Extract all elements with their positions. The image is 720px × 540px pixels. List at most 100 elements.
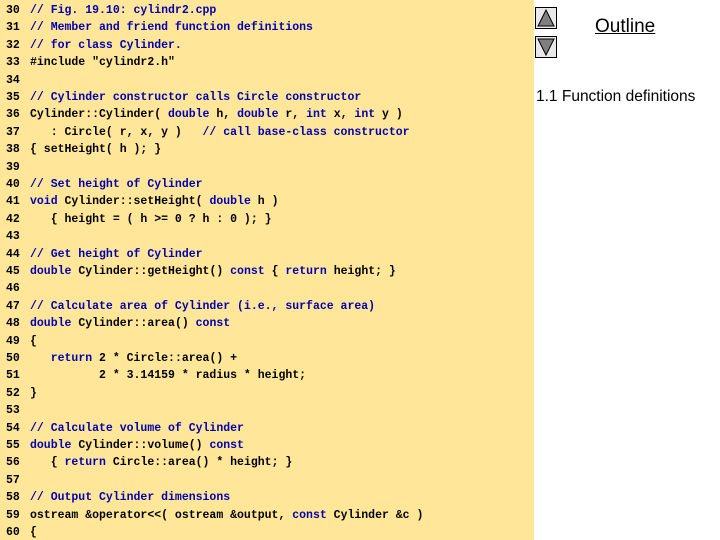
line-number: 32 [6, 38, 20, 52]
code-line: 42 { height = ( h >= 0 ? h : 0 ); } [6, 211, 272, 228]
code-text: : Circle( r, x, y ) [30, 125, 203, 139]
code-comment: // Set height of Cylinder [30, 178, 203, 191]
line-number: 41 [6, 195, 20, 209]
code-line: 40 // Set height of Cylinder [6, 176, 203, 193]
code-line: 36 Cylinder::Cylinder( double h, double r… [6, 106, 403, 123]
code-text: h, [209, 108, 238, 122]
code-line: 48 double Cylinder::area() const [6, 315, 230, 332]
line-number: 60 [6, 526, 20, 539]
code-keyword: int [354, 108, 376, 122]
line-number: 47 [6, 299, 20, 313]
line-number: 42 [6, 212, 20, 226]
code-keyword: const [209, 439, 244, 452]
line-number: 55 [6, 439, 20, 452]
code-text: Cylinder::Cylinder( [30, 108, 169, 122]
code-text: { height = ( h >= 0 ? h : 0 ); } [30, 212, 272, 226]
line-number: 54 [6, 421, 20, 435]
line-number: 37 [6, 125, 20, 139]
code-text: Cylinder::setHeight( [57, 195, 210, 209]
code-line: 53 [6, 402, 30, 419]
line-number: 36 [6, 108, 20, 122]
code-text: } [30, 386, 37, 400]
code-text: r, [278, 108, 307, 122]
line-number: 35 [6, 91, 20, 104]
line-number: 30 [6, 4, 20, 17]
code-line: 46 [6, 280, 30, 297]
code-text: { setHeight( h ); } [30, 143, 162, 157]
code-keyword: return [50, 352, 93, 365]
line-number: 40 [6, 178, 20, 191]
line-number: 49 [6, 334, 20, 348]
code-text: x, [326, 108, 355, 122]
code-line: 51 2 * 3.14159 * radius * height; [6, 367, 306, 384]
code-listing-panel: 30 // Fig. 19.10: cylindr2.cpp 31 // Member… [0, 0, 534, 540]
code-keyword: double [30, 439, 72, 452]
code-line: 57 [6, 472, 30, 489]
code-keyword: double [237, 108, 279, 122]
code-keyword: double [30, 317, 72, 331]
code-text: Circle::area() * height; } [105, 456, 293, 470]
code-line: 34 [6, 72, 30, 89]
code-keyword: const [195, 317, 231, 331]
code-keyword: const [230, 265, 265, 278]
code-text: Cylinder &c ) [326, 508, 424, 522]
code-keyword: int [306, 108, 327, 122]
code-comment: // Member and friend function definition… [30, 21, 313, 35]
code-line: 33 #include "cylindr2.h" [6, 54, 175, 71]
code-text: height; } [326, 265, 396, 278]
outline-item: 1.1 Function definitions [536, 88, 696, 105]
code-line: 49 { [6, 333, 37, 350]
code-line: 60 { [6, 524, 37, 540]
code-text: Cylinder::area() [71, 317, 196, 331]
code-text: y ) [375, 108, 403, 122]
code-comment: // Output Cylinder dimensions [30, 491, 231, 505]
code-text: ostream &operator<<( ostream &output, [30, 508, 293, 522]
line-number: 50 [6, 352, 20, 365]
code-line: 58 // Output Cylinder dimensions [6, 489, 230, 506]
line-number: 59 [6, 508, 20, 522]
code-text: { [30, 456, 65, 470]
code-keyword: return [64, 456, 106, 470]
line-number: 48 [6, 317, 20, 331]
code-line: 43 [6, 228, 30, 245]
code-keyword: double [168, 108, 210, 122]
triangle-up-icon [537, 8, 555, 27]
line-number: 31 [6, 21, 20, 35]
code-line: 41 void Cylinder::setHeight( double h ) [6, 193, 278, 210]
code-comment: // call base-class constructor [202, 125, 410, 139]
code-line: 30 // Fig. 19.10: cylindr2.cpp [6, 2, 216, 19]
code-keyword: double [30, 265, 72, 278]
code-text: { [30, 526, 37, 539]
code-line: 47 // Calculate area of Cylinder (i.e., s… [6, 298, 375, 315]
line-number: 58 [6, 491, 20, 505]
code-line: 31 // Member and friend function definiti… [6, 19, 313, 36]
code-text: Cylinder::getHeight() [71, 265, 231, 278]
code-comment: // Get height of Cylinder [30, 247, 203, 261]
code-text: 2 * Circle::area() + [92, 352, 238, 365]
line-number: 33 [6, 56, 20, 70]
line-number: 38 [6, 143, 20, 157]
code-line: 54 // Calculate volume of Cylinder [6, 420, 244, 437]
code-line: 55 double Cylinder::volume() const [6, 437, 244, 454]
next-slide-button[interactable] [535, 36, 557, 58]
previous-slide-button[interactable] [535, 7, 557, 29]
line-number: 46 [6, 282, 20, 296]
code-line: 32 // for class Cylinder. [6, 37, 182, 54]
code-comment: // Calculate volume of Cylinder [30, 421, 244, 435]
code-comment: // Calculate area of Cylinder (i.e., sur… [30, 299, 376, 313]
code-line: 56 { return Circle::area() * height; } [6, 454, 292, 471]
triangle-down-icon [537, 38, 555, 57]
line-number: 56 [6, 456, 20, 470]
code-line: 52} [6, 385, 37, 402]
outline-title: Outline [595, 16, 656, 37]
code-keyword: return [285, 265, 327, 278]
line-number: 44 [6, 247, 20, 261]
line-number: 53 [6, 404, 20, 418]
line-number: 34 [6, 73, 20, 87]
line-number: 45 [6, 265, 20, 278]
code-line: 45 double Cylinder::getHeight() const { r… [6, 263, 396, 280]
code-line: 39 [6, 159, 30, 176]
code-line: 59 ostream &operator<<( ostream &output, … [6, 507, 423, 524]
line-number: 51 [6, 369, 20, 383]
